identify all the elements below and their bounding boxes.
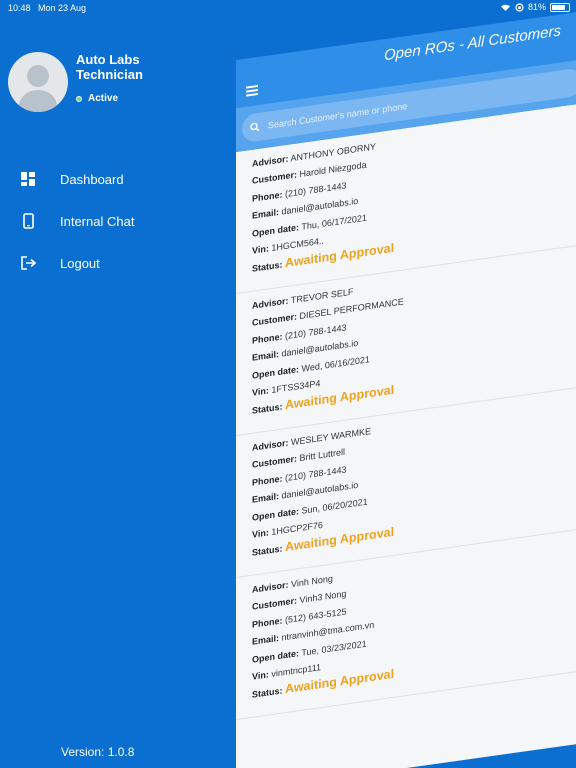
open-date-label: Open date: <box>252 221 300 239</box>
status-time: 10:48 <box>8 3 31 13</box>
status-label: Status: <box>252 543 283 559</box>
advisor-label: Advisor: <box>252 153 289 169</box>
open-date-label: Open date: <box>252 647 300 665</box>
app-version: Version: 1.0.8 <box>61 745 135 759</box>
email-label: Email: <box>252 633 280 647</box>
repair-order-list: Advisor: ANTHONY OBORNY Customer: Harold… <box>236 101 576 768</box>
hamburger-menu-icon[interactable] <box>246 84 258 99</box>
customer-value: Vinh3 Nong <box>299 588 347 606</box>
advisor-label: Advisor: <box>252 437 289 453</box>
phone-label: Phone: <box>252 189 283 204</box>
logout-icon <box>20 255 36 271</box>
vin-label: Vin: <box>252 527 269 540</box>
phone-label: Phone: <box>252 473 283 488</box>
active-dot-icon <box>76 95 82 102</box>
advisor-label: Advisor: <box>252 295 289 311</box>
search-icon <box>250 122 260 132</box>
open-date-label: Open date: <box>252 363 300 381</box>
customer-label: Customer: <box>252 311 298 329</box>
customer-value: Britt Luttrell <box>299 447 346 464</box>
advisor-value: Vinh Nong <box>291 573 333 590</box>
vin-label: Vin: <box>252 385 269 398</box>
customer-label: Customer: <box>252 169 298 187</box>
status-label: Status: <box>252 259 283 275</box>
menu-item-logout[interactable]: Logout <box>20 242 134 284</box>
menu-item-internal-chat[interactable]: Internal Chat <box>20 200 134 242</box>
vin-label: Vin: <box>252 669 269 682</box>
menu-label-logout: Logout <box>60 255 100 271</box>
person-icon <box>18 65 58 112</box>
side-menu: Dashboard Internal Chat Logout <box>20 158 134 284</box>
menu-item-dashboard[interactable]: Dashboard <box>20 158 134 200</box>
advisor-label: Advisor: <box>252 579 289 595</box>
avatar[interactable] <box>8 52 68 112</box>
status-label: Status: <box>252 685 283 701</box>
email-label: Email: <box>252 349 280 363</box>
status-label: Status: <box>252 401 283 417</box>
phone-label: Phone: <box>252 615 283 630</box>
tablet-icon <box>20 213 36 229</box>
email-label: Email: <box>252 491 280 505</box>
main-panel: Open ROs - All Customers Advisor: ANTHON… <box>236 0 576 768</box>
phone-label: Phone: <box>252 331 283 346</box>
customer-label: Customer: <box>252 453 298 471</box>
presence-status: Active <box>76 93 156 104</box>
profile-name: Auto Labs Technician <box>76 52 143 82</box>
vin-label: Vin: <box>252 243 269 256</box>
page-title: Open ROs - All Customers <box>384 22 561 65</box>
open-date-label: Open date: <box>252 505 300 523</box>
repair-orders-screen: Open ROs - All Customers Advisor: ANTHON… <box>236 9 576 768</box>
presence-label: Active <box>88 93 119 104</box>
email-label: Email: <box>252 207 280 221</box>
customer-label: Customer: <box>252 595 298 613</box>
menu-label-dashboard: Dashboard <box>60 171 124 187</box>
dashboard-icon <box>20 171 36 187</box>
profile-section: Auto Labs Technician Active <box>8 52 156 112</box>
status-date: Mon 23 Aug <box>38 3 87 13</box>
menu-label-internal-chat: Internal Chat <box>60 213 135 229</box>
